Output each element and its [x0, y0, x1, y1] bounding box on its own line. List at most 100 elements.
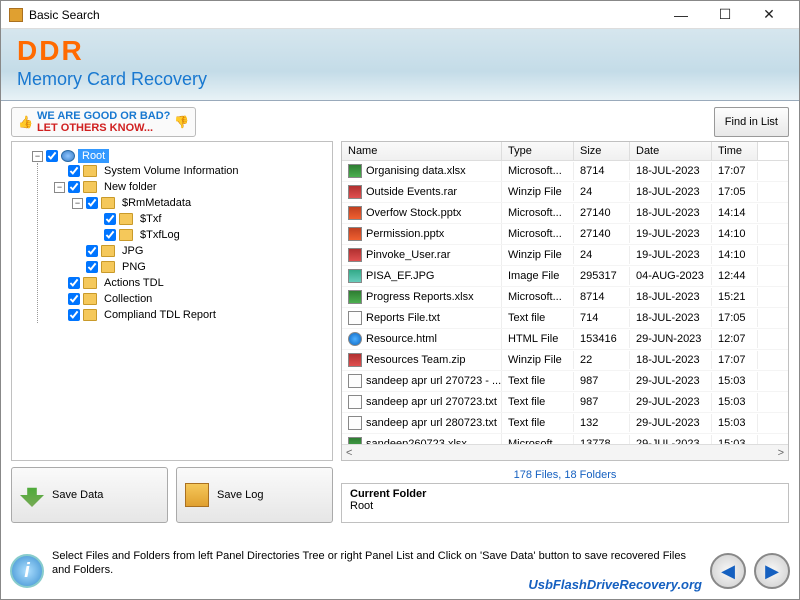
save-log-button[interactable]: Save Log	[176, 467, 333, 523]
tree-item[interactable]: $TxfLog	[90, 228, 328, 242]
nav-forward-button[interactable]: ▶	[754, 553, 790, 589]
file-type: Microsoft...	[502, 288, 574, 306]
expand-icon	[54, 278, 65, 289]
tree-item-label[interactable]: $TxfLog	[136, 228, 184, 242]
tree-checkbox[interactable]	[68, 165, 80, 177]
tree-item[interactable]: − $RmMetadata	[72, 196, 328, 210]
file-time: 17:05	[712, 183, 758, 201]
horizontal-scrollbar[interactable]: <>	[342, 444, 788, 460]
save-data-button[interactable]: Save Data	[11, 467, 168, 523]
file-date: 04-AUG-2023	[630, 267, 712, 285]
maximize-button[interactable]: ☐	[703, 2, 747, 28]
expand-icon	[72, 262, 83, 273]
list-row[interactable]: sandeep apr url 270723 - ...Text file987…	[342, 371, 788, 392]
tree-item-label[interactable]: $Txf	[136, 212, 165, 226]
tree-item-label[interactable]: $RmMetadata	[118, 196, 195, 210]
list-row[interactable]: sandeep260723.xlsxMicrosoft...1377829-JU…	[342, 434, 788, 444]
file-date: 19-JUL-2023	[630, 246, 712, 264]
file-time: 14:10	[712, 225, 758, 243]
tree-item-label[interactable]: Actions TDL	[100, 276, 168, 290]
folder-icon	[83, 293, 97, 305]
log-icon	[185, 483, 209, 507]
file-type: Microsoft...	[502, 162, 574, 180]
thumb-down-icon: 👎	[174, 116, 189, 129]
list-row[interactable]: Outside Events.rarWinzip File2418-JUL-20…	[342, 182, 788, 203]
tree-item-label[interactable]: System Volume Information	[100, 164, 243, 178]
tree-checkbox[interactable]	[46, 150, 58, 162]
list-row[interactable]: Progress Reports.xlsxMicrosoft...871418-…	[342, 287, 788, 308]
tree-checkbox[interactable]	[68, 293, 80, 305]
tree-item[interactable]: Compliand TDL Report	[54, 308, 328, 322]
tree-checkbox[interactable]	[68, 277, 80, 289]
file-name: sandeep apr url 270723.txt	[366, 396, 497, 408]
save-log-label: Save Log	[217, 489, 263, 501]
file-icon	[348, 227, 362, 241]
col-time[interactable]: Time	[712, 142, 758, 160]
list-row[interactable]: Organising data.xlsxMicrosoft...871418-J…	[342, 161, 788, 182]
collapse-icon[interactable]: −	[32, 151, 43, 162]
col-name[interactable]: Name	[342, 142, 502, 160]
file-icon	[348, 416, 362, 430]
logo-text: DDR	[17, 35, 783, 67]
tree-checkbox[interactable]	[68, 309, 80, 321]
list-row[interactable]: Pinvoke_User.rarWinzip File2419-JUL-2023…	[342, 245, 788, 266]
tree-item[interactable]: Collection	[54, 292, 328, 306]
expand-icon	[90, 230, 101, 241]
list-row[interactable]: sandeep apr url 270723.txtText file98729…	[342, 392, 788, 413]
tree-item-label[interactable]: Collection	[100, 292, 156, 306]
file-time: 15:03	[712, 435, 758, 444]
col-size[interactable]: Size	[574, 142, 630, 160]
list-row[interactable]: sandeep apr url 280723.txtText file13229…	[342, 413, 788, 434]
file-time: 17:07	[712, 351, 758, 369]
tree-item[interactable]: JPG	[72, 244, 328, 258]
tree-checkbox[interactable]	[86, 245, 98, 257]
tree-item[interactable]: − New folder	[54, 180, 328, 194]
tree-item[interactable]: PNG	[72, 260, 328, 274]
file-time: 14:14	[712, 204, 758, 222]
tree-item[interactable]: System Volume Information	[54, 164, 328, 178]
tree-panel[interactable]: − Root System Volume Information − New fol…	[11, 141, 333, 461]
tree-checkbox[interactable]	[104, 213, 116, 225]
list-row[interactable]: PISA_EF.JPGImage File29531704-AUG-202312…	[342, 266, 788, 287]
list-row[interactable]: Overfow Stock.pptxMicrosoft...2714018-JU…	[342, 203, 788, 224]
find-in-list-button[interactable]: Find in List	[714, 107, 789, 137]
file-type: Winzip File	[502, 246, 574, 264]
tree-checkbox[interactable]	[86, 197, 98, 209]
file-size: 27140	[574, 225, 630, 243]
file-type: Winzip File	[502, 183, 574, 201]
list-row[interactable]: Reports File.txtText file71418-JUL-20231…	[342, 308, 788, 329]
collapse-icon[interactable]: −	[54, 182, 65, 193]
file-date: 18-JUL-2023	[630, 162, 712, 180]
tree-checkbox[interactable]	[68, 181, 80, 193]
minimize-button[interactable]: —	[659, 2, 703, 28]
file-name: PISA_EF.JPG	[366, 270, 434, 282]
list-body[interactable]: Organising data.xlsxMicrosoft...871418-J…	[342, 161, 788, 444]
close-button[interactable]: ✕	[747, 2, 791, 28]
feedback-button[interactable]: 👍 WE ARE GOOD OR BAD? LET OTHERS KNOW...…	[11, 107, 196, 137]
tree-checkbox[interactable]	[86, 261, 98, 273]
banner: DDR Memory Card Recovery	[1, 29, 799, 101]
col-type[interactable]: Type	[502, 142, 574, 160]
nav-back-button[interactable]: ◀	[710, 553, 746, 589]
list-row[interactable]: Resource.htmlHTML File15341629-JUN-20231…	[342, 329, 788, 350]
col-date[interactable]: Date	[630, 142, 712, 160]
file-date: 29-JUN-2023	[630, 330, 712, 348]
list-row[interactable]: Permission.pptxMicrosoft...2714019-JUL-2…	[342, 224, 788, 245]
tree-item-label[interactable]: New folder	[100, 180, 161, 194]
tree-item[interactable]: Actions TDL	[54, 276, 328, 290]
tree-root[interactable]: − Root	[32, 149, 328, 163]
footer-site[interactable]: UsbFlashDriveRecovery.org	[528, 577, 702, 592]
tree-root-label[interactable]: Root	[78, 149, 109, 163]
list-header: Name Type Size Date Time	[342, 142, 788, 161]
file-list-panel: Name Type Size Date Time Organising data…	[341, 141, 789, 461]
file-type: Text file	[502, 393, 574, 411]
tree-item-label[interactable]: JPG	[118, 244, 147, 258]
tree-item[interactable]: $Txf	[90, 212, 328, 226]
tree-checkbox[interactable]	[104, 229, 116, 241]
list-row[interactable]: Resources Team.zipWinzip File2218-JUL-20…	[342, 350, 788, 371]
tree-item-label[interactable]: Compliand TDL Report	[100, 308, 220, 322]
file-icon	[348, 332, 362, 346]
footer-message: Select Files and Folders from left Panel…	[52, 549, 702, 578]
tree-item-label[interactable]: PNG	[118, 260, 150, 274]
collapse-icon[interactable]: −	[72, 198, 83, 209]
